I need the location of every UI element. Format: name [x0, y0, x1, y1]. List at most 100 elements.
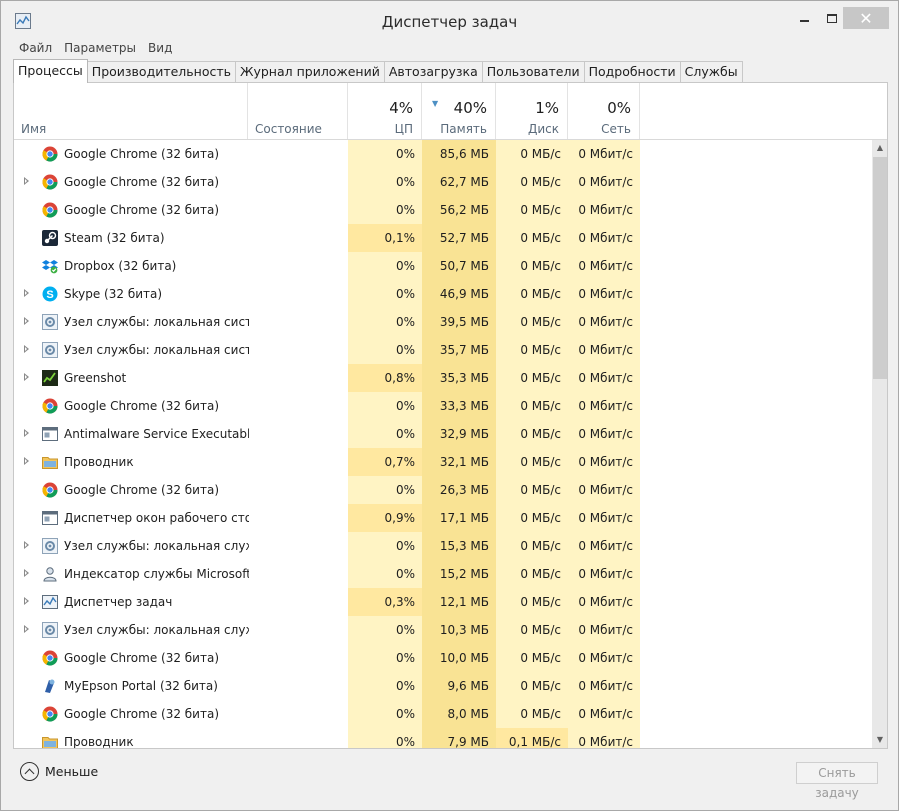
table-row[interactable]: Google Chrome (32 бита) 0% 56,2 МБ 0 МБ/с 0 …	[14, 196, 872, 224]
table-row[interactable]: Google Chrome (32 бита) 0% 33,3 МБ 0 МБ/с 0 …	[14, 392, 872, 420]
process-memory: 35,7 МБ	[439, 343, 489, 357]
tab-users[interactable]: Пользователи	[481, 61, 585, 83]
process-memory: 39,5 МБ	[439, 315, 489, 329]
tab-details[interactable]: Подробности	[583, 61, 681, 83]
close-button[interactable]: ✕	[843, 7, 889, 29]
process-name: Узел службы: локальная служ...	[64, 623, 249, 637]
minimize-button[interactable]	[791, 7, 817, 29]
tab-startup[interactable]: Автозагрузка	[383, 61, 483, 83]
table-row[interactable]: Узел службы: локальная систе... 0% 39,5 МБ…	[14, 308, 872, 336]
end-task-button[interactable]: Снять задачу	[796, 762, 878, 800]
column-header-status[interactable]: Состояние	[248, 83, 348, 139]
process-disk: 0 МБ/с	[520, 315, 561, 329]
scrollbar-thumb[interactable]	[873, 157, 887, 379]
table-row[interactable]: Узел службы: локальная служ... 0% 15,3 МБ 0…	[14, 532, 872, 560]
table-row[interactable]: Диспетчер задач 0,3% 12,1 МБ 0 МБ/с 0 Мбит/с	[14, 588, 872, 616]
menu-view[interactable]: Вид	[142, 40, 178, 56]
process-disk: 0 МБ/с	[520, 147, 561, 161]
process-name: MyEpson Portal (32 бита)	[64, 679, 218, 693]
scroll-down-icon[interactable]: ▼	[872, 732, 887, 748]
table-row[interactable]: Google Chrome (32 бита) 0% 8,0 МБ 0 МБ/с 0 М…	[14, 700, 872, 728]
tab-services[interactable]: Службы	[679, 61, 743, 83]
chrome-icon	[42, 174, 58, 190]
table-row[interactable]: Steam (32 бита) 0,1% 52,7 МБ 0 МБ/с 0 Мбит/с	[14, 224, 872, 252]
process-name: Steam (32 бита)	[64, 231, 165, 245]
expand-arrow-icon[interactable]	[24, 177, 29, 185]
expand-arrow-icon[interactable]	[24, 597, 29, 605]
process-network: 0 Мбит/с	[578, 511, 633, 525]
process-name: Dropbox (32 бита)	[64, 259, 177, 273]
column-header-name[interactable]: Имя	[14, 83, 248, 139]
table-row[interactable]: Диспетчер окон рабочего стола 0,9% 17,1 МБ…	[14, 504, 872, 532]
process-cpu: 0%	[395, 399, 415, 413]
process-list: Google Chrome (32 бита) 0% 85,6 МБ 0 МБ/с 0 …	[14, 140, 872, 748]
process-name: Узел службы: локальная служ...	[64, 539, 249, 553]
table-row[interactable]: Google Chrome (32 бита) 0% 26,3 МБ 0 МБ/с 0 …	[14, 476, 872, 504]
chrome-icon	[42, 398, 58, 414]
expand-arrow-icon[interactable]	[24, 289, 29, 297]
process-cpu: 0%	[395, 679, 415, 693]
process-cpu: 0,9%	[348, 504, 422, 532]
menu-options[interactable]: Параметры	[58, 40, 142, 56]
table-row[interactable]: Greenshot 0,8% 35,3 МБ 0 МБ/с 0 Мбит/с	[14, 364, 872, 392]
table-row[interactable]: Google Chrome (32 бита) 0% 62,7 МБ 0 МБ/с 0 …	[14, 168, 872, 196]
table-row[interactable]: S Skype (32 бита) 0% 46,9 МБ 0 МБ/с 0 Мбит/с	[14, 280, 872, 308]
expand-arrow-icon[interactable]	[24, 317, 29, 325]
table-row[interactable]: Узел службы: локальная систе... 0% 35,7 МБ…	[14, 336, 872, 364]
process-network: 0 Мбит/с	[578, 427, 633, 441]
task-manager-icon	[42, 594, 58, 610]
scroll-up-icon[interactable]: ▲	[872, 140, 887, 156]
table-row[interactable]: Индексатор службы Microsoft ... 0% 15,2 МБ…	[14, 560, 872, 588]
svg-text:S: S	[46, 289, 53, 301]
process-name: Узел службы: локальная систе...	[64, 343, 249, 357]
table-row[interactable]: Google Chrome (32 бита) 0% 85,6 МБ 0 МБ/с 0 …	[14, 140, 872, 168]
menu-file[interactable]: Файл	[13, 40, 58, 56]
tab-processes[interactable]: Процессы	[13, 59, 88, 83]
sort-descending-icon: ▼	[432, 99, 439, 108]
process-name: Узел службы: локальная систе...	[64, 315, 249, 329]
column-label-name: Имя	[21, 122, 47, 136]
process-network: 0 Мбит/с	[578, 175, 633, 189]
table-row[interactable]: MyEpson Portal (32 бита) 0% 9,6 МБ 0 МБ/с 0 …	[14, 672, 872, 700]
process-memory: 9,6 МБ	[447, 679, 489, 693]
expand-arrow-icon[interactable]	[24, 429, 29, 437]
process-name: Google Chrome (32 бита)	[64, 707, 220, 721]
skype-icon: S	[42, 286, 58, 302]
table-row[interactable]: Antimalware Service Executable 0% 32,9 МБ 0…	[14, 420, 872, 448]
tab-app-history[interactable]: Журнал приложений	[235, 61, 385, 83]
fewer-details-button[interactable]: Меньше	[20, 762, 98, 781]
process-memory: 33,3 МБ	[439, 399, 489, 413]
column-header-network[interactable]: 0% Сеть	[568, 83, 640, 139]
expand-arrow-icon[interactable]	[24, 373, 29, 381]
expand-arrow-icon[interactable]	[24, 345, 29, 353]
chrome-icon	[42, 202, 58, 218]
process-disk: 0 МБ/с	[520, 539, 561, 553]
table-row[interactable]: Google Chrome (32 бита) 0% 10,0 МБ 0 МБ/с 0 …	[14, 644, 872, 672]
process-name: Google Chrome (32 бита)	[64, 651, 220, 665]
process-network: 0 Мбит/с	[578, 231, 633, 245]
table-row[interactable]: Узел службы: локальная служ... 0% 10,3 МБ 0…	[14, 616, 872, 644]
column-label-cpu: ЦП	[394, 122, 413, 136]
tab-performance[interactable]: Производительность	[86, 61, 236, 83]
close-icon: ✕	[859, 8, 873, 28]
process-name: Проводник	[64, 455, 134, 469]
table-row[interactable]: Проводник 0,7% 32,1 МБ 0 МБ/с 0 Мбит/с	[14, 448, 872, 476]
column-header-memory[interactable]: ▼ 40% Память	[422, 83, 496, 139]
process-cpu: 0,3%	[348, 588, 422, 616]
column-header-cpu[interactable]: 4% ЦП	[348, 83, 422, 139]
table-row[interactable]: Проводник 0% 7,9 МБ 0,1 МБ/с 0 Мбит/с	[14, 728, 872, 748]
process-network: 0 Мбит/с	[578, 315, 633, 329]
maximize-button[interactable]	[819, 7, 845, 29]
expand-arrow-icon[interactable]	[24, 625, 29, 633]
process-network: 0 Мбит/с	[578, 455, 633, 469]
process-cpu: 0%	[395, 287, 415, 301]
expand-arrow-icon[interactable]	[24, 541, 29, 549]
column-header-disk[interactable]: 1% Диск	[496, 83, 568, 139]
explorer-folder-icon	[42, 454, 58, 470]
process-cpu: 0%	[395, 483, 415, 497]
table-row[interactable]: Dropbox (32 бита) 0% 50,7 МБ 0 МБ/с 0 Мбит/с	[14, 252, 872, 280]
expand-arrow-icon[interactable]	[24, 569, 29, 577]
expand-arrow-icon[interactable]	[24, 457, 29, 465]
vertical-scrollbar[interactable]: ▲ ▼	[872, 140, 887, 748]
process-network: 0 Мбит/с	[578, 399, 633, 413]
